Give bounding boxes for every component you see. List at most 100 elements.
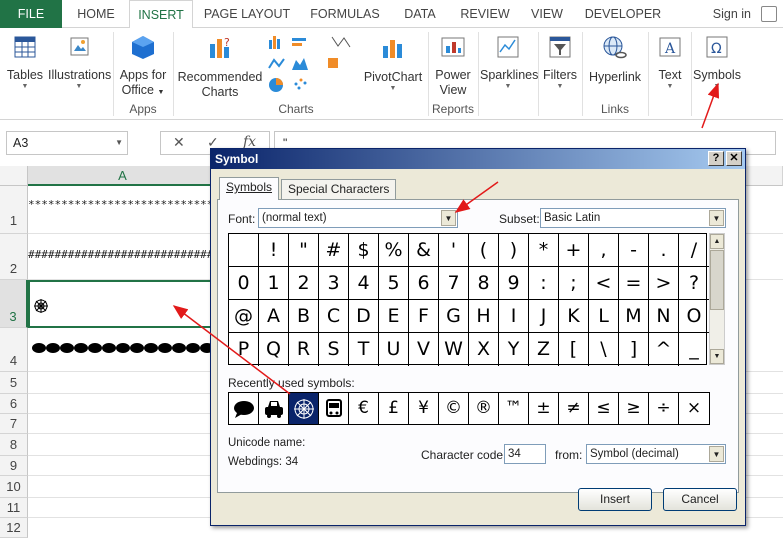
recent-symbol[interactable]: ±	[529, 393, 559, 424]
symbol-cell[interactable]: ]	[619, 333, 649, 366]
symbol-cell[interactable]: [	[559, 333, 589, 366]
recent-symbol[interactable]: £	[379, 393, 409, 424]
symbol-cell[interactable]: G	[439, 300, 469, 333]
tab-symbols[interactable]: Symbols	[219, 177, 280, 200]
recent-symbol[interactable]: ×	[679, 393, 709, 424]
symbol-cell[interactable]: 2	[289, 267, 319, 300]
symbol-cell[interactable]: V	[409, 333, 439, 366]
scroll-down-icon[interactable]: ▼	[710, 349, 724, 364]
symbol-cell[interactable]: W	[439, 333, 469, 366]
symbol-cell[interactable]: =	[619, 267, 649, 300]
symbol-cell[interactable]: E	[379, 300, 409, 333]
symbol-cell[interactable]: L	[589, 300, 619, 333]
column-header-a[interactable]: A	[28, 166, 218, 186]
row-header-9[interactable]: 9	[0, 456, 28, 476]
scroll-up-icon[interactable]: ▲	[710, 234, 724, 249]
recent-symbol[interactable]: ™	[499, 393, 529, 424]
symbol-cell[interactable]: U	[379, 333, 409, 366]
symbol-cell[interactable]: _	[679, 333, 709, 366]
recent-bus-symbol[interactable]	[319, 393, 349, 424]
symbol-cell[interactable]: A	[259, 300, 289, 333]
symbol-cell[interactable]: -	[619, 234, 649, 267]
tab-review[interactable]: REVIEW	[455, 0, 515, 28]
scroll-thumb[interactable]	[710, 250, 724, 310]
tab-formulas[interactable]: FORMULAS	[303, 0, 387, 28]
recent-symbol[interactable]: ®	[469, 393, 499, 424]
apps-for-office-button[interactable]: Apps for Office ▼	[116, 34, 170, 100]
symbol-grid-scrollbar[interactable]: ▲ ▼	[709, 233, 725, 365]
symbol-cell[interactable]: \	[589, 333, 619, 366]
cell-a2[interactable]: ##################################	[28, 248, 218, 261]
recommended-charts-button[interactable]: ? Recommended Charts	[176, 34, 264, 100]
tab-data[interactable]: DATA	[395, 0, 445, 28]
chevron-down-icon[interactable]: ▼	[709, 210, 724, 226]
symbol-cell[interactable]: I	[499, 300, 529, 333]
tab-special-characters[interactable]: Special Characters	[281, 179, 397, 199]
symbol-cell[interactable]: @	[229, 300, 259, 333]
hyperlink-button[interactable]: Hyperlink	[585, 34, 645, 85]
symbol-cell[interactable]: K	[559, 300, 589, 333]
symbol-cell[interactable]: #	[319, 234, 349, 267]
cancel-button[interactable]: Cancel	[663, 488, 737, 511]
cell-a1[interactable]: **********************************	[28, 198, 218, 211]
symbol-cell[interactable]: ?	[679, 267, 709, 300]
row-header-11[interactable]: 11	[0, 498, 28, 518]
help-button[interactable]: ?	[708, 151, 724, 166]
symbol-cell[interactable]: 6	[409, 267, 439, 300]
recent-symbol[interactable]: ≠	[559, 393, 589, 424]
symbol-cell[interactable]: Y	[499, 333, 529, 366]
tables-button[interactable]: Tables ▼	[4, 34, 46, 91]
symbol-cell[interactable]: N	[649, 300, 679, 333]
symbol-cell[interactable]: 3	[319, 267, 349, 300]
symbol-cell[interactable]: ;	[559, 267, 589, 300]
tab-home[interactable]: HOME	[68, 0, 124, 28]
symbol-cell[interactable]: 1	[259, 267, 289, 300]
recent-spider-web-symbol[interactable]	[289, 393, 319, 424]
symbol-cell[interactable]: J	[529, 300, 559, 333]
chevron-down-icon[interactable]: ▼	[709, 446, 724, 462]
row-header-3[interactable]: 3	[0, 280, 28, 328]
symbol-cell[interactable]: )	[499, 234, 529, 267]
symbol-cell[interactable]: !	[259, 234, 289, 267]
row-header-4[interactable]: 4	[0, 328, 28, 372]
row-header-1[interactable]: 1	[0, 186, 28, 234]
subset-select[interactable]: Basic Latin ▼	[540, 208, 726, 228]
recent-speech-bubble-symbol[interactable]	[229, 393, 259, 424]
symbol-cell[interactable]: 0	[229, 267, 259, 300]
symbol-cell[interactable]: 5	[379, 267, 409, 300]
tab-view[interactable]: VIEW	[524, 0, 570, 28]
symbol-cell[interactable]: ,	[589, 234, 619, 267]
cancel-icon[interactable]: ✕	[173, 134, 185, 151]
symbol-cell[interactable]: $	[349, 234, 379, 267]
symbol-cell[interactable]: /	[679, 234, 709, 267]
row-header-5[interactable]: 5	[0, 372, 28, 394]
sparklines-button[interactable]: Sparklines ▼	[480, 34, 538, 91]
feedback-icon[interactable]	[761, 6, 777, 22]
chevron-down-icon[interactable]: ▼	[115, 132, 123, 154]
symbol-cell[interactable]: ^	[649, 333, 679, 366]
symbol-cell[interactable]: 8	[469, 267, 499, 300]
select-all-corner[interactable]	[0, 166, 28, 186]
symbol-cell[interactable]: *	[529, 234, 559, 267]
symbol-cell[interactable]: 9	[499, 267, 529, 300]
font-select[interactable]: (normal text) ▼	[258, 208, 458, 228]
recent-symbol[interactable]: ¥	[409, 393, 439, 424]
insert-button[interactable]: Insert	[578, 488, 652, 511]
tab-page-layout[interactable]: PAGE LAYOUT	[199, 0, 295, 28]
row-header-10[interactable]: 10	[0, 476, 28, 498]
symbol-cell[interactable]: (	[469, 234, 499, 267]
symbol-cell[interactable]: X	[469, 333, 499, 366]
symbol-cell[interactable]: '	[439, 234, 469, 267]
symbol-cell[interactable]: :	[529, 267, 559, 300]
symbol-cell[interactable]: B	[289, 300, 319, 333]
symbols-button[interactable]: Ω Symbols ▼	[693, 34, 741, 91]
recent-symbol[interactable]: €	[349, 393, 379, 424]
cell-a4[interactable]	[31, 342, 215, 356]
close-button[interactable]: ✕	[726, 151, 742, 166]
text-button[interactable]: A Text ▼	[651, 34, 689, 91]
symbol-cell[interactable]: .	[649, 234, 679, 267]
symbol-cell[interactable]: 4	[349, 267, 379, 300]
symbol-cell[interactable]: Q	[259, 333, 289, 366]
symbol-cell[interactable]: >	[649, 267, 679, 300]
row-header-12[interactable]: 12	[0, 518, 28, 538]
